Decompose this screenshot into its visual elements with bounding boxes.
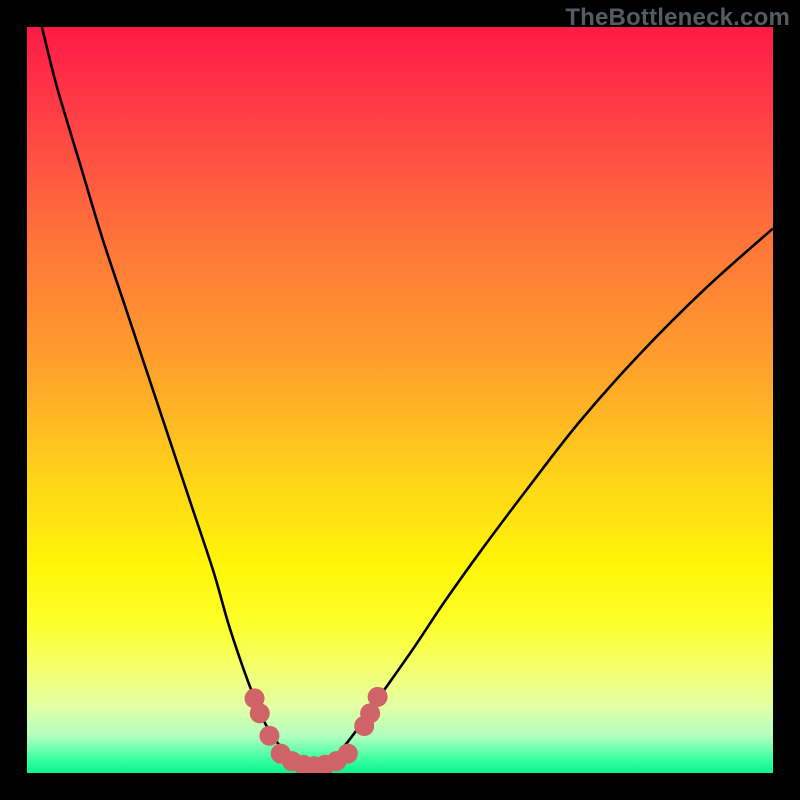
watermark-text: TheBottleneck.com: [565, 4, 790, 32]
gradient-bg: [27, 27, 773, 773]
sweet-spot-dot: [338, 744, 358, 764]
sweet-spot-dot: [368, 687, 388, 707]
sweet-spot-dot: [259, 726, 279, 746]
plot-area: [27, 27, 773, 773]
sweet-spot-dot: [250, 703, 270, 723]
chart-svg: [27, 27, 773, 773]
outer-frame: TheBottleneck.com: [0, 0, 800, 800]
